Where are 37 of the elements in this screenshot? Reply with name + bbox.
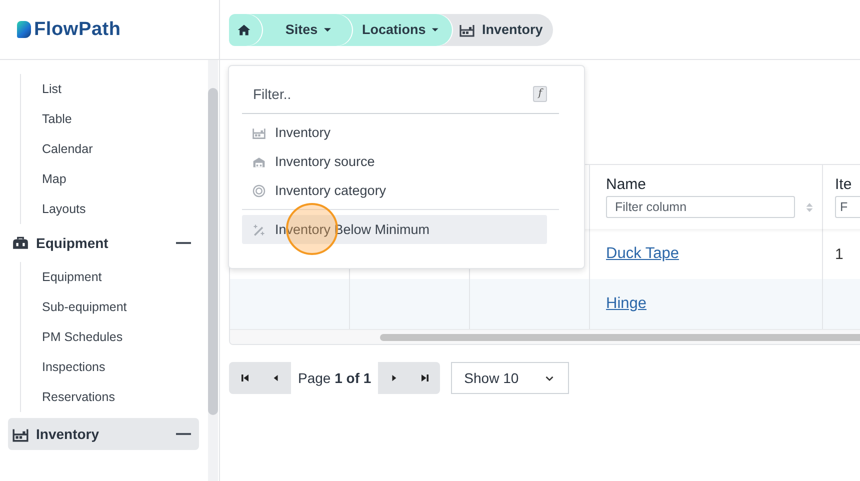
sidebar-section[interactable]: Equipment bbox=[8, 226, 199, 260]
sidebar-item[interactable]: Equipment bbox=[21, 262, 208, 292]
sidebar-item[interactable]: Map bbox=[21, 164, 208, 194]
table-cell: 1 bbox=[835, 246, 844, 262]
column-header[interactable]: Name bbox=[606, 176, 646, 193]
page-indicator: Page 1 of 1 bbox=[297, 370, 372, 386]
first-page-button[interactable] bbox=[229, 362, 260, 394]
sidebar-item[interactable]: Calendar bbox=[21, 134, 208, 164]
sidebar-item[interactable]: PM Schedules bbox=[21, 322, 208, 352]
target-icon bbox=[252, 184, 266, 198]
home-icon bbox=[237, 22, 251, 36]
scrollbar-thumb[interactable] bbox=[208, 88, 218, 415]
item-link[interactable]: Hinge bbox=[606, 295, 646, 313]
last-page-button[interactable] bbox=[409, 362, 440, 394]
home-breadcrumb[interactable] bbox=[229, 14, 262, 46]
scrollbar-thumb[interactable] bbox=[380, 334, 860, 340]
menu-item[interactable]: Inventory source bbox=[242, 147, 559, 176]
shelf-icon bbox=[252, 126, 266, 140]
filter-field[interactable]: Filter column bbox=[606, 196, 795, 218]
sidebar-item[interactable]: Reservations bbox=[21, 382, 208, 412]
column-header[interactable]: Ite bbox=[835, 176, 852, 193]
sidebar-item[interactable]: List bbox=[21, 74, 208, 104]
logo[interactable]: FlowPath bbox=[34, 18, 121, 40]
magic-wand-icon bbox=[252, 222, 266, 236]
menu-item[interactable]: Inventory category bbox=[242, 176, 559, 205]
shortcut-key: f bbox=[533, 86, 547, 102]
filter-field[interactable]: F bbox=[835, 196, 860, 218]
menu-item[interactable]: Inventory bbox=[242, 118, 559, 147]
item-link[interactable]: Duck Tape bbox=[606, 245, 679, 263]
sidebar-item[interactable]: Inspections bbox=[21, 352, 208, 382]
logo-icon bbox=[17, 21, 31, 38]
toolbox-icon bbox=[12, 234, 29, 252]
sidebar-item[interactable]: Table bbox=[21, 104, 208, 134]
sidebar-item[interactable]: Layouts bbox=[21, 194, 208, 224]
sidebar-item[interactable]: Sub-equipment bbox=[21, 292, 208, 322]
page-size-select[interactable]: Show 10 bbox=[451, 362, 570, 394]
sidebar-section[interactable]: Inventory bbox=[8, 418, 199, 450]
